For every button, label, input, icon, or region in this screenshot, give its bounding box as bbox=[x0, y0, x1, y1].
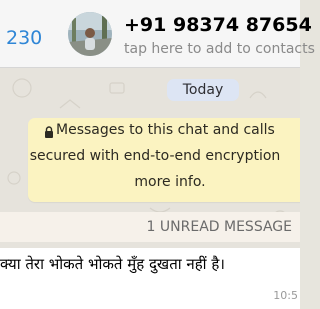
encryption-notice-line-1: Messages to this chat and calls bbox=[56, 122, 275, 138]
chat-area[interactable]: Today Messages to this chat and calls se… bbox=[0, 68, 300, 309]
incoming-message[interactable]: क्या तेरा भोकते भोकते मुँह दुखता नहीं है… bbox=[0, 248, 300, 309]
date-separator: Today bbox=[167, 79, 239, 101]
back-button[interactable]: 230 bbox=[6, 27, 42, 49]
unread-messages-banner: 1 UNREAD MESSAGE bbox=[0, 212, 300, 242]
encryption-notice-line-3: more info. bbox=[134, 174, 206, 190]
contact-name[interactable]: +91 98374 87654 bbox=[124, 14, 312, 36]
avatar[interactable] bbox=[68, 12, 112, 56]
encryption-notice-line-2: secured with end-to-end encryption bbox=[29, 148, 281, 164]
chat-header: 230 +91 98374 87654 tap here to add to c… bbox=[0, 0, 315, 68]
encryption-notice[interactable]: Messages to this chat and calls secured … bbox=[28, 118, 300, 202]
message-time: 10:5 bbox=[273, 289, 298, 302]
message-text: क्या तेरा भोकते भोकते मुँह दुखता नहीं है… bbox=[0, 255, 225, 273]
add-to-contacts-hint[interactable]: tap here to add to contacts bbox=[124, 41, 315, 57]
profile-photo bbox=[68, 12, 112, 56]
